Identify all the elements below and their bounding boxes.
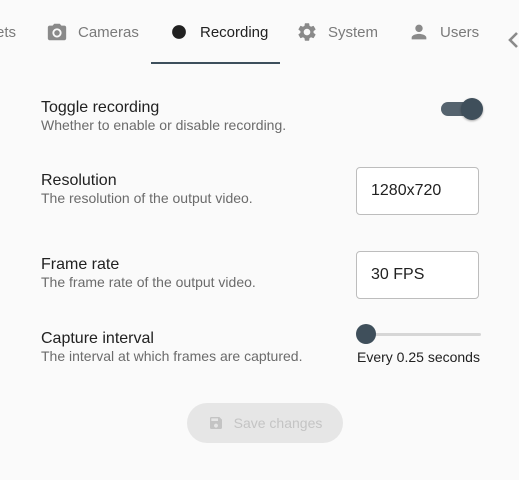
tab-label: ets (0, 23, 17, 41)
camera-icon (45, 20, 69, 44)
tab-label: Users (440, 23, 480, 41)
chevron-left-icon (508, 32, 518, 48)
capture-interval-title: Capture interval (41, 330, 154, 347)
tab-scroll-left-button[interactable] (503, 28, 519, 52)
capture-interval-slider[interactable] (356, 322, 481, 346)
tab-presets[interactable]: ets (0, 0, 16, 64)
slider-knob[interactable] (356, 324, 376, 344)
frame-rate-field[interactable]: 30 FPS (356, 251, 479, 299)
person-icon (407, 20, 431, 44)
resolution-description: The resolution of the output video. (41, 190, 253, 206)
resolution-field[interactable]: 1280x720 (356, 167, 479, 215)
toggle-recording-description: Whether to enable or disable recording. (41, 117, 287, 133)
toggle-thumb (461, 98, 483, 120)
save-icon (208, 415, 224, 431)
tab-cameras[interactable]: Cameras (45, 0, 139, 64)
save-button-label: Save changes (233, 415, 323, 431)
slider-rail (366, 333, 481, 336)
save-changes-button[interactable]: Save changes (187, 403, 343, 443)
frame-rate-description: The frame rate of the output video. (41, 274, 256, 290)
resolution-title: Resolution (41, 172, 117, 189)
capture-interval-value: Every 0.25 seconds (357, 349, 480, 365)
tab-label: Cameras (78, 23, 139, 41)
record-dot-icon (167, 20, 191, 44)
capture-interval-description: The interval at which frames are capture… (41, 348, 303, 364)
gear-icon (295, 20, 319, 44)
tab-system[interactable]: System (295, 0, 378, 64)
tab-users[interactable]: Users (407, 0, 479, 64)
tab-bar: ets Cameras Recording System Users (0, 0, 519, 66)
tab-label: Recording (200, 23, 269, 41)
recording-toggle-switch[interactable] (441, 98, 483, 120)
frame-rate-title: Frame rate (41, 256, 120, 273)
tab-recording[interactable]: Recording (167, 0, 268, 64)
toggle-recording-title: Toggle recording (41, 99, 160, 116)
active-tab-indicator (151, 62, 280, 64)
tab-label: System (328, 23, 379, 41)
